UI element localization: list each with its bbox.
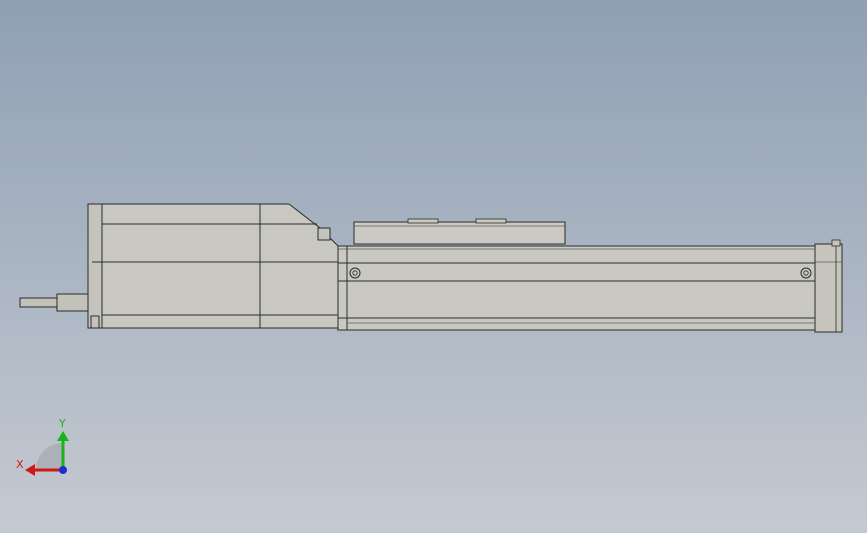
model-view[interactable]: Y X <box>0 0 867 533</box>
motor-housing <box>87 203 339 329</box>
screw-left <box>349 267 361 279</box>
axis-triad: Y X <box>16 417 69 476</box>
y-axis-label: Y <box>58 417 66 430</box>
z-axis-dot <box>59 466 67 474</box>
screw-right <box>800 267 812 279</box>
end-cap <box>814 239 843 333</box>
carriage <box>353 218 566 245</box>
actuator-rail <box>337 245 816 331</box>
cad-viewport[interactable]: Y X <box>0 0 867 533</box>
motor-shaft <box>19 293 92 312</box>
x-axis-label: X <box>16 458 24 471</box>
